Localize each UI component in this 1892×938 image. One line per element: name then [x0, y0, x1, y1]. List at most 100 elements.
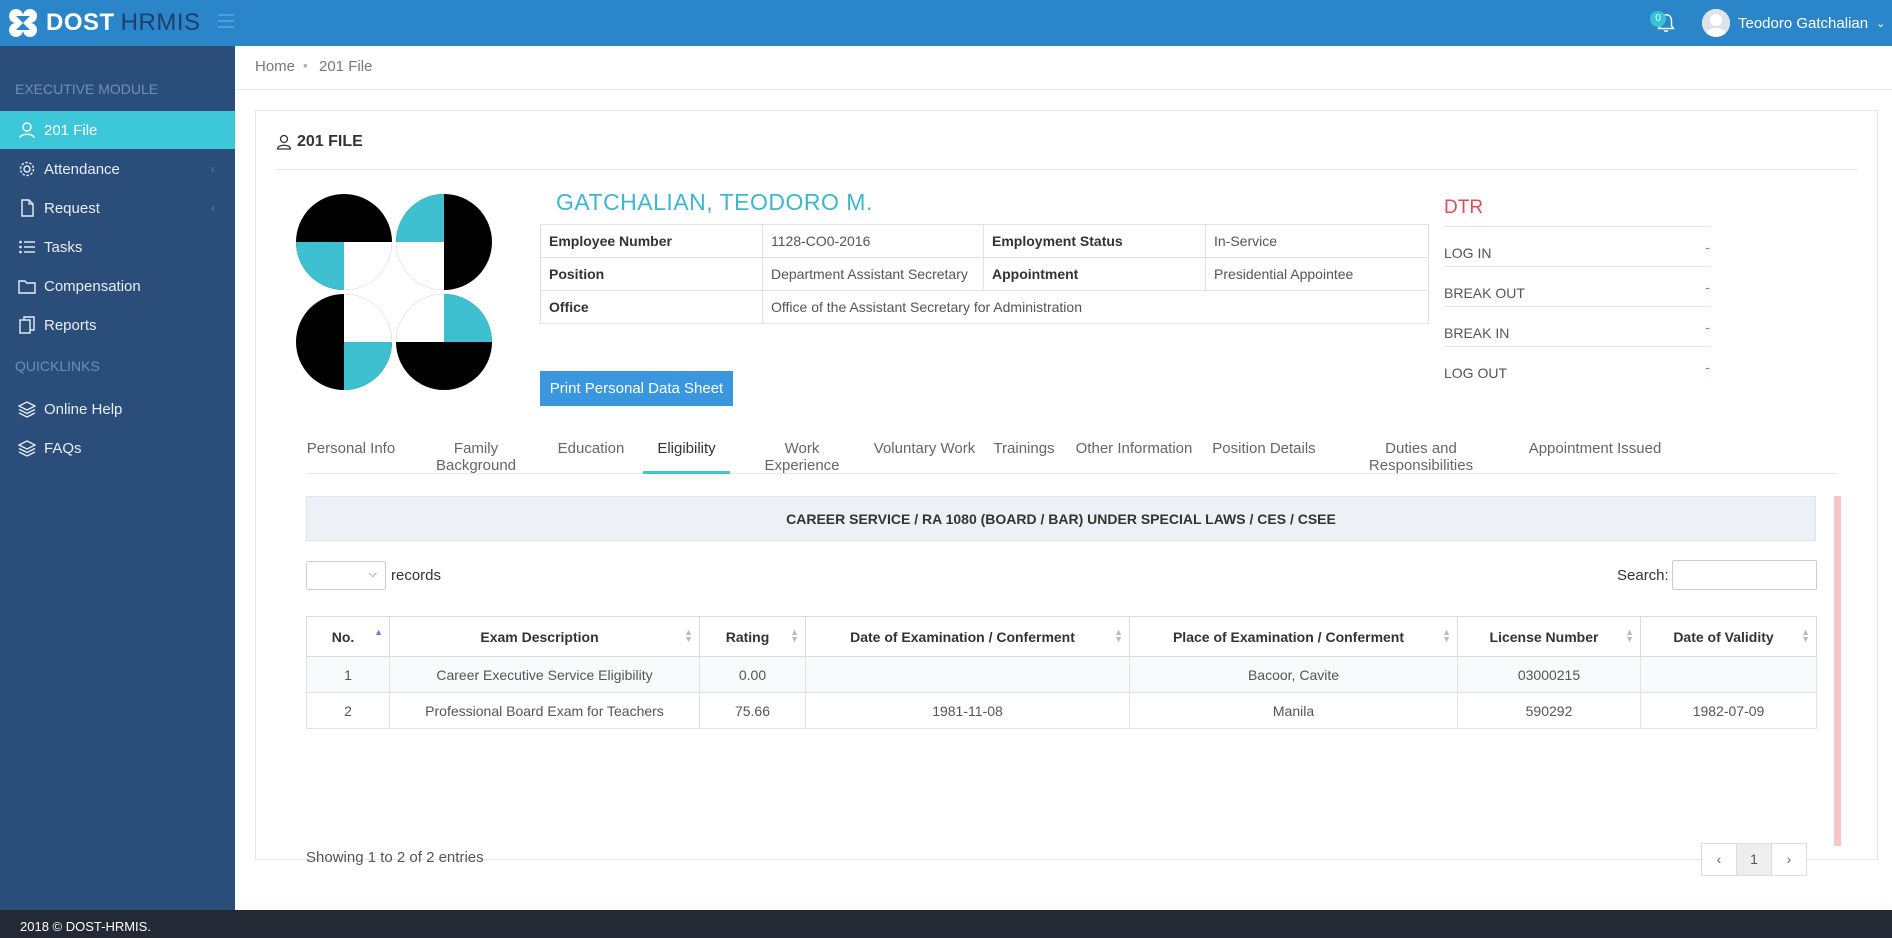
column-header-label: No.: [331, 628, 355, 645]
cell-date-of-validity: 1982-07-09: [1640, 692, 1817, 729]
file-201-panel: 201 FILE GATCHALIAN, TEODORO M. Employee…: [255, 110, 1878, 876]
sidebar-item-attendance[interactable]: Attendance ‹: [0, 150, 235, 188]
sidebar-item-online-help[interactable]: Online Help: [0, 390, 235, 428]
column-header-label: Rating: [725, 628, 770, 645]
cell-no: 2: [306, 692, 390, 729]
employee-info-table: Employee Number 1128-CO0-2016 Employment…: [540, 224, 1429, 324]
eligibility-table: No. ▲ Exam Description ▲ ▼ Rating ▲ ▼ Date of…: [306, 616, 1817, 729]
cell-date-of-validity: [1640, 656, 1817, 693]
layers-icon: [18, 401, 36, 418]
dtr-row-break-in: BREAK IN -: [1444, 307, 1710, 347]
folder-icon: [18, 280, 36, 294]
page-title: 201 FILE: [276, 133, 363, 151]
tab-family-background[interactable]: Family Background: [412, 429, 540, 474]
column-header-date-of-validity[interactable]: Date of Validity ▲ ▼: [1640, 616, 1817, 657]
dtr-row-log-out: LOG OUT -: [1444, 347, 1710, 387]
eligibility-section-title: CAREER SERVICE / RA 1080 (BOARD / BAR) U…: [306, 496, 1816, 541]
pagination-page-1[interactable]: 1: [1736, 843, 1772, 876]
dtr-row-break-out: BREAK OUT -: [1444, 267, 1710, 307]
sidebar-item-faqs[interactable]: FAQs: [0, 429, 235, 467]
menu-toggle-icon[interactable]: [218, 14, 234, 28]
copy-icon: [19, 316, 35, 334]
sidebar-item-tasks[interactable]: Tasks: [0, 228, 235, 266]
appointment-label: Appointment: [983, 257, 1206, 291]
sidebar-item-label: Attendance: [44, 160, 120, 178]
sidebar-item-label: Reports: [44, 316, 97, 334]
sort-icon: ▲ ▼: [1442, 627, 1451, 644]
cell-exam-description: Professional Board Exam for Teachers: [389, 692, 700, 729]
cell-rating: 75.66: [699, 692, 806, 729]
cell-rating: 0.00: [699, 656, 806, 693]
eligibility-tab-body: CAREER SERVICE / RA 1080 (BOARD / BAR) U…: [306, 496, 1818, 876]
dtr-value: -: [1705, 319, 1710, 335]
column-header-no[interactable]: No. ▲: [306, 616, 390, 657]
column-header-place-of-examination[interactable]: Place of Examination / Conferment ▲ ▼: [1129, 616, 1458, 657]
pagination-prev-button[interactable]: ‹: [1701, 843, 1737, 876]
column-header-label: Date of Examination / Conferment: [850, 628, 1075, 645]
dtr-value: -: [1705, 279, 1710, 295]
dtr-title: DTR: [1444, 197, 1710, 227]
search-input[interactable]: [1672, 560, 1817, 590]
tab-position-details[interactable]: Position Details: [1212, 429, 1316, 474]
column-header-license-number[interactable]: License Number ▲ ▼: [1457, 616, 1641, 657]
cell-place-of-examination: Manila: [1129, 692, 1458, 729]
column-header-rating[interactable]: Rating ▲ ▼: [699, 616, 806, 657]
office-label: Office: [540, 290, 763, 324]
user-icon: [276, 134, 292, 150]
print-pds-button[interactable]: Print Personal Data Sheet: [540, 371, 733, 406]
column-header-label: License Number: [1489, 628, 1599, 645]
records-length-select[interactable]: ⌵: [306, 561, 386, 590]
column-header-label: Date of Validity: [1673, 628, 1774, 645]
pagination-next-button[interactable]: ›: [1771, 843, 1807, 876]
sidebar-item-request[interactable]: Request ‹: [0, 189, 235, 227]
breadcrumb-home[interactable]: Home: [255, 58, 295, 75]
tab-trainings[interactable]: Trainings: [992, 429, 1056, 474]
column-header-date-of-examination[interactable]: Date of Examination / Conferment ▲ ▼: [805, 616, 1130, 657]
chevron-down-icon: ⌵: [368, 568, 377, 580]
tab-work-experience[interactable]: Work Experience: [747, 429, 857, 474]
tab-eligibility[interactable]: Eligibility: [643, 429, 730, 474]
employment-status-value: In-Service: [1205, 224, 1429, 258]
sidebar-item-201-file[interactable]: 201 File: [0, 111, 235, 149]
user-name: Teodoro Gatchalian: [1738, 14, 1869, 32]
tab-appointment-issued[interactable]: Appointment Issued: [1526, 429, 1664, 474]
tab-education[interactable]: Education: [556, 429, 626, 474]
user-icon: [19, 122, 35, 139]
sort-icon: ▲ ▼: [1625, 627, 1634, 644]
dtr-row-log-in: LOG IN -: [1444, 227, 1710, 267]
appointment-value: Presidential Appointee: [1205, 257, 1429, 291]
tab-other-information[interactable]: Other Information: [1072, 429, 1196, 474]
position-label: Position: [540, 257, 763, 291]
tab-personal-info[interactable]: Personal Info: [306, 429, 396, 474]
position-value: Department Assistant Secretary: [762, 257, 984, 291]
sidebar-item-label: 201 File: [44, 121, 98, 139]
avatar: [1702, 9, 1730, 37]
user-menu[interactable]: Teodoro Gatchalian ⌄: [1702, 9, 1885, 37]
breadcrumb-current: 201 File: [319, 58, 373, 75]
divider: [276, 169, 1858, 170]
brand-hrmis: HRMIS: [120, 9, 201, 36]
employee-number-value: 1128-CO0-2016: [762, 224, 984, 258]
brand[interactable]: DOST HRMIS: [8, 6, 201, 40]
employment-status-label: Employment Status: [983, 224, 1206, 258]
cell-date-of-examination: 1981-11-08: [805, 692, 1130, 729]
column-header-exam-description[interactable]: Exam Description ▲ ▼: [389, 616, 700, 657]
dost-logo-icon: [9, 9, 37, 37]
tab-duties-responsibilities[interactable]: Duties and Responsibilities: [1332, 429, 1510, 474]
sidebar-item-compensation[interactable]: Compensation: [0, 267, 235, 305]
cell-exam-description: Career Executive Service Eligibility: [389, 656, 700, 693]
sidebar-item-label: Request: [44, 199, 100, 217]
cell-no: 1: [306, 656, 390, 693]
page-title-text: 201 FILE: [297, 133, 363, 150]
cell-place-of-examination: Bacoor, Cavite: [1129, 656, 1458, 693]
scroll-indicator: [1834, 496, 1841, 846]
dtr-label: BREAK OUT: [1444, 285, 1525, 301]
sidebar-item-reports[interactable]: Reports: [0, 306, 235, 344]
dtr-value: -: [1705, 239, 1710, 255]
sidebar-item-label: FAQs: [44, 439, 82, 457]
top-navbar: DOST HRMIS 0 Teodoro Gatchalian ⌄: [0, 0, 1892, 46]
sidebar-item-label: Online Help: [44, 400, 123, 418]
tab-voluntary-work[interactable]: Voluntary Work: [873, 429, 976, 474]
breadcrumb: Home • 201 File: [235, 46, 1892, 90]
footer: 2018 © DOST-HRMIS.: [0, 910, 1892, 938]
